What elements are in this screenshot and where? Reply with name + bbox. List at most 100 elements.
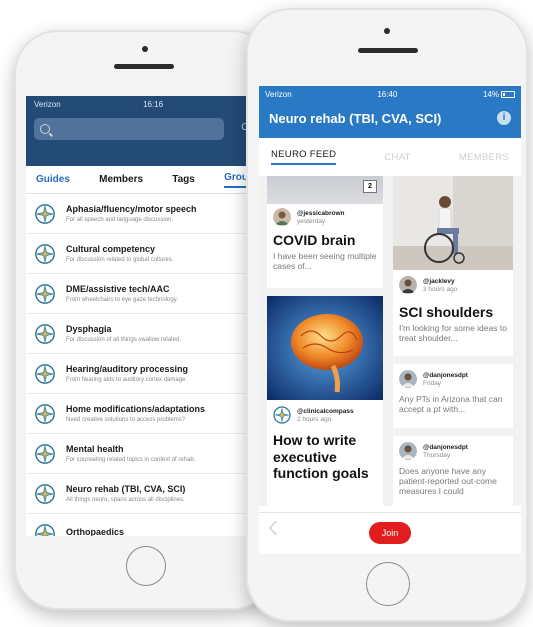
post-card[interactable]: @danjonesdpt Thursday Does anyone have an… <box>393 436 513 506</box>
post-card[interactable]: @clinicalcompass 2 hours ago How to write… <box>267 296 383 506</box>
group-description: Need creative solutions to access proble… <box>66 417 186 423</box>
avatar <box>273 208 291 226</box>
front-camera <box>142 46 148 52</box>
battery-status: 14% <box>483 90 515 99</box>
post-card[interactable]: @jacklevy 3 hours ago SCI shoulders I'm l… <box>393 176 513 356</box>
list-item[interactable]: DME/assistive tech/AAC From wheelchairs t… <box>26 274 258 314</box>
front-phone: Verizon 16:40 14% Neuro rehab (TBI, CVA,… <box>246 8 528 622</box>
post-snippet: I have been seeing multiple cases of... <box>273 250 377 271</box>
group-description: For discussion related to global culture… <box>66 257 174 263</box>
battery-percent: 14% <box>482 89 499 99</box>
compass-icon <box>273 406 291 424</box>
group-name: DME/assistive tech/AAC <box>66 284 170 294</box>
front-phone-screen: Verizon 16:40 14% Neuro rehab (TBI, CVA,… <box>259 86 521 554</box>
compass-icon <box>34 403 56 424</box>
tab-groups[interactable]: Grou <box>224 172 248 188</box>
tab-tags[interactable]: Tags <box>172 174 195 185</box>
list-item[interactable]: Orthopaedics <box>26 514 258 536</box>
home-button[interactable] <box>126 546 166 586</box>
post-image: 2 <box>267 176 383 204</box>
group-name: Aphasia/fluency/motor speech <box>66 204 197 214</box>
group-list: Aphasia/fluency/motor speech For all spee… <box>26 194 258 536</box>
compass-icon <box>34 243 56 264</box>
post-time: Friday <box>423 379 442 387</box>
compass-icon <box>34 523 56 536</box>
group-description: From hearing aids to auditory cortex dam… <box>66 377 188 383</box>
list-item[interactable]: Dysphagia For discussion of all things sw… <box>26 314 258 354</box>
image-count-badge: 2 <box>363 180 377 193</box>
status-bar: Verizon 16:40 14% <box>259 86 521 102</box>
post-snippet: I'm looking for some ideas to treat shou… <box>399 322 507 343</box>
tab-members[interactable]: MEMBERS <box>459 152 509 163</box>
back-arrow-icon[interactable] <box>268 520 284 536</box>
post-snippet: Any PTs in Arizona that can accept a pt … <box>399 394 503 415</box>
group-name: Home modifications/adaptations <box>66 404 206 414</box>
page-title: Neuro rehab (TBI, CVA, SCI) <box>269 111 442 126</box>
group-description: For discussion of all things swallow rel… <box>66 337 182 343</box>
clock: 16:16 <box>143 99 164 109</box>
compass-icon <box>34 483 56 504</box>
carrier-label: Verizon <box>265 89 292 99</box>
earpiece-speaker <box>358 48 418 53</box>
list-item[interactable]: Mental health For counseling related topi… <box>26 434 258 474</box>
list-item[interactable]: Hearing/auditory processing From hearing … <box>26 354 258 394</box>
post-title: COVID brain <box>273 232 356 248</box>
carrier-label: Verizon <box>34 99 61 109</box>
group-name: Hearing/auditory processing <box>66 364 189 374</box>
group-name: Dysphagia <box>66 324 112 334</box>
post-time: 3 hours ago <box>423 285 458 293</box>
author-handle: @jessicabrown <box>297 209 345 217</box>
compass-icon <box>34 203 56 224</box>
avatar <box>399 276 417 294</box>
post-time: Thursday <box>423 451 451 459</box>
compass-icon <box>34 283 56 304</box>
status-bar: Verizon 16:16 1 <box>26 96 258 112</box>
back-phone-screen: Verizon 16:16 1 Ca Guides Members Tags G… <box>26 96 258 536</box>
post-snippet: Does anyone have any patient-reported ou… <box>399 466 497 497</box>
tab-chat[interactable]: CHAT <box>384 152 410 163</box>
list-item[interactable]: Neuro rehab (TBI, CVA, SCI) All things ne… <box>26 474 258 514</box>
clock: 16:40 <box>377 89 398 99</box>
group-name: Orthopaedics <box>66 527 125 536</box>
feed-grid: 2 @jessicabrown yesterday COVID brain I h… <box>259 176 521 506</box>
post-time: 2 hours ago <box>297 415 332 423</box>
tab-guides[interactable]: Guides <box>36 174 70 185</box>
compass-icon <box>34 323 56 344</box>
group-description: For all speech and language discussion. <box>66 217 174 223</box>
feed-tabs: NEURO FEED CHAT MEMBERS <box>259 138 521 176</box>
brain-image <box>267 296 383 400</box>
post-author: @jessicabrown yesterday <box>267 208 383 226</box>
group-header: Verizon 16:40 14% Neuro rehab (TBI, CVA,… <box>259 86 521 138</box>
home-button[interactable] <box>366 562 410 606</box>
author-handle: @danjonesdpt <box>423 371 468 379</box>
post-card[interactable]: 2 @jessicabrown yesterday COVID brain I h… <box>267 176 383 288</box>
post-title: How to write executive function goals <box>273 432 369 482</box>
group-description: From wheelchairs to eye gaze technology. <box>66 297 178 303</box>
post-title: SCI shoulders <box>399 304 494 320</box>
back-header: Verizon 16:16 1 Ca <box>26 96 258 166</box>
post-time: yesterday <box>297 217 326 225</box>
group-name: Neuro rehab (TBI, CVA, SCI) <box>66 484 186 494</box>
list-item[interactable]: Aphasia/fluency/motor speech For all spee… <box>26 194 258 234</box>
info-icon[interactable]: i <box>497 111 511 125</box>
post-author: @jacklevy 3 hours ago <box>393 276 513 294</box>
compass-icon <box>34 363 56 384</box>
post-author: @clinicalcompass 2 hours ago <box>267 406 383 424</box>
list-item[interactable]: Home modifications/adaptations Need creat… <box>26 394 258 434</box>
post-card[interactable]: @danjonesdpt Friday Any PTs in Arizona th… <box>393 364 513 428</box>
tab-members[interactable]: Members <box>99 174 143 185</box>
avatar <box>399 442 417 460</box>
back-phone: Verizon 16:16 1 Ca Guides Members Tags G… <box>14 30 276 610</box>
battery-icon <box>500 90 515 98</box>
earpiece-speaker <box>114 64 174 69</box>
group-name: Mental health <box>66 444 124 454</box>
search-input[interactable] <box>34 118 224 140</box>
post-author: @danjonesdpt Thursday <box>393 442 513 460</box>
join-button[interactable]: Join <box>369 522 411 544</box>
front-camera <box>384 28 390 34</box>
post-author: @danjonesdpt Friday <box>393 370 513 388</box>
group-name: Cultural competency <box>66 244 156 254</box>
avatar <box>399 370 417 388</box>
tab-neuro-feed[interactable]: NEURO FEED <box>271 149 337 165</box>
list-item[interactable]: Cultural competency For discussion relate… <box>26 234 258 274</box>
